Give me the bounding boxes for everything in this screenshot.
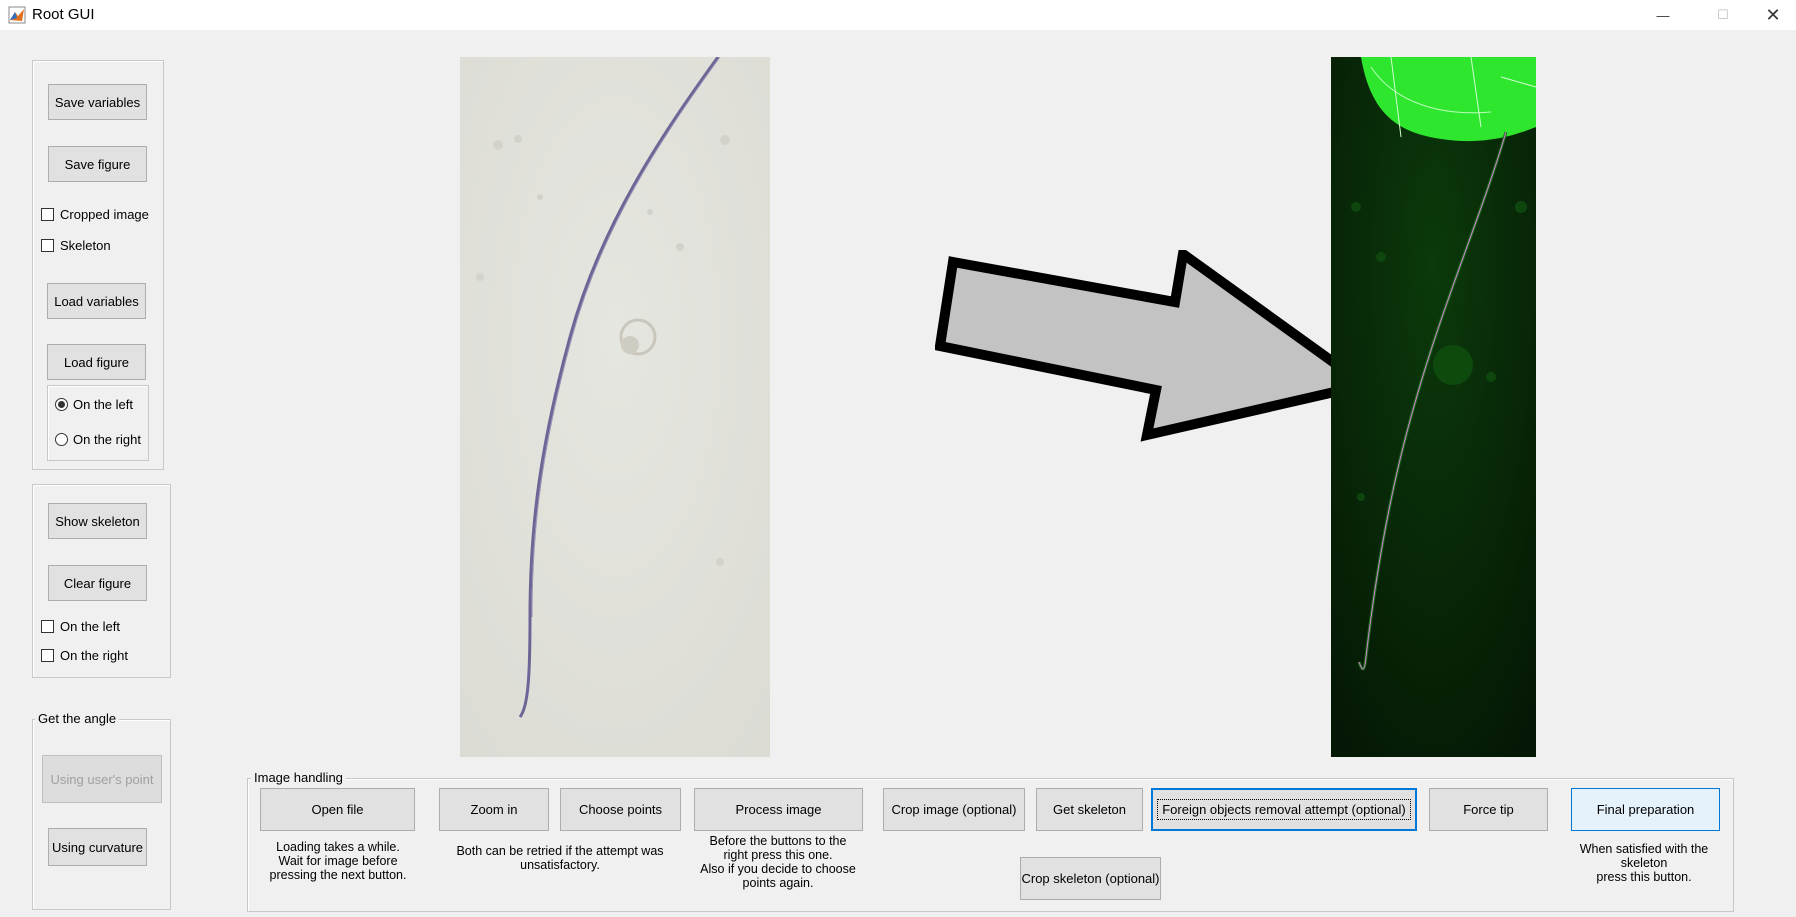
cropped-image-checkbox[interactable]: Cropped image (41, 207, 149, 222)
skeleton-checkbox[interactable]: Skeleton (41, 238, 111, 253)
load-figure-button[interactable]: Load figure (47, 344, 146, 380)
open-file-button[interactable]: Open file (260, 788, 415, 831)
load-on-left-radio[interactable]: On the left (55, 397, 133, 412)
angle-panel (32, 719, 171, 910)
final-preparation-button[interactable]: Final preparation (1571, 788, 1720, 831)
save-variables-button[interactable]: Save variables (48, 84, 147, 120)
arrow-icon (935, 250, 1375, 442)
show-on-right-checkbox[interactable]: On the right (41, 648, 128, 663)
zoom-in-button[interactable]: Zoom in (439, 788, 549, 831)
window-title: Root GUI (32, 6, 95, 23)
processed-image-axes (1331, 57, 1536, 757)
close-button[interactable]: ✕ (1750, 0, 1796, 30)
crop-skeleton-button[interactable]: Crop skeleton (optional) (1020, 857, 1161, 900)
image-handling-title: Image handling (251, 770, 346, 785)
choose-points-button[interactable]: Choose points (560, 788, 681, 831)
using-users-point-button[interactable]: Using user's point (42, 755, 162, 803)
clear-figure-button[interactable]: Clear figure (48, 565, 147, 601)
force-tip-button[interactable]: Force tip (1429, 788, 1548, 831)
title-bar: Root GUI — ☐ ✕ (0, 0, 1796, 30)
process-image-button[interactable]: Process image (694, 788, 863, 831)
zoom-choose-note: Both can be retried if the attempt was u… (456, 844, 664, 872)
show-skeleton-button[interactable]: Show skeleton (48, 503, 147, 539)
load-on-right-radio[interactable]: On the right (55, 432, 141, 447)
using-curvature-button[interactable]: Using curvature (48, 828, 147, 866)
matlab-icon (8, 6, 26, 24)
get-skeleton-button[interactable]: Get skeleton (1036, 788, 1143, 831)
open-file-note: Loading takes a while. Wait for image be… (269, 840, 407, 882)
maximize-button[interactable]: ☐ (1700, 0, 1746, 30)
show-on-left-checkbox[interactable]: On the left (41, 619, 120, 634)
angle-panel-title: Get the angle (35, 711, 120, 726)
minimize-button[interactable]: — (1640, 0, 1686, 30)
load-variables-button[interactable]: Load variables (47, 283, 146, 319)
process-image-note: Before the buttons to the right press th… (700, 834, 856, 890)
crop-image-button[interactable]: Crop image (optional) (883, 788, 1025, 831)
save-figure-button[interactable]: Save figure (48, 146, 147, 182)
final-preparation-note: When satisfied with the skeleton press t… (1579, 842, 1709, 884)
original-image-axes (460, 57, 770, 757)
foreign-objects-removal-button[interactable]: Foreign objects removal attempt (optiona… (1151, 788, 1417, 831)
